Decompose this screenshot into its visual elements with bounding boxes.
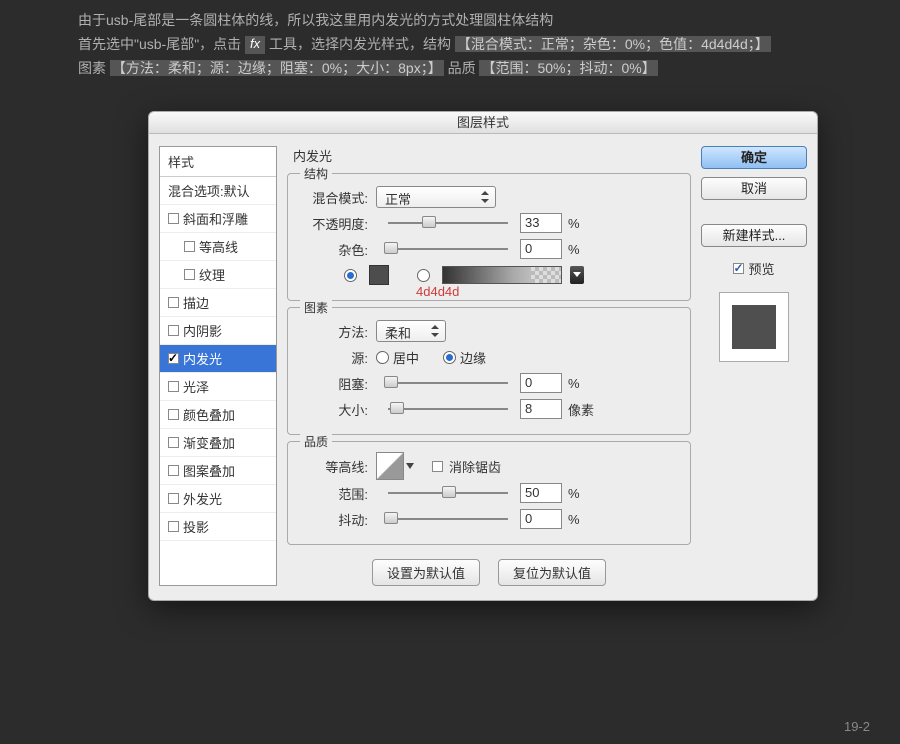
style-grad-overlay[interactable]: 渐变叠加 (160, 429, 276, 457)
choke-slider[interactable] (388, 377, 508, 389)
style-inner-glow[interactable]: 内发光 (160, 345, 276, 373)
style-inner-shadow[interactable]: 内阴影 (160, 317, 276, 345)
cancel-button[interactable]: 取消 (701, 177, 807, 200)
set-default-button[interactable]: 设置为默认值 (372, 559, 480, 586)
preview-swatch (732, 305, 776, 349)
range-field[interactable]: 50 (520, 483, 562, 503)
ok-button[interactable]: 确定 (701, 146, 807, 169)
chevron-down-icon[interactable] (406, 463, 414, 469)
noise-slider[interactable] (388, 243, 508, 255)
contour-picker[interactable] (376, 452, 404, 480)
intro-line2: 首先选中"usb-尾部"，点击 fx 工具，选择内发光样式，结构 【混合模式：正… (78, 32, 822, 56)
group-quality: 品质 等高线: 消除锯齿 范围: 50 % 抖动: (287, 441, 691, 545)
intro-line3: 图素 【方法：柔和；源：边缘；阻塞：0%；大小：8px；】 品质 【范围：50%… (78, 56, 822, 80)
group-element: 图素 方法: 柔和 源: 居中 边缘 阻塞: 0 % (287, 307, 691, 435)
opacity-field[interactable]: 33 (520, 213, 562, 233)
preview-label: 预览 (748, 259, 774, 278)
panel-title: 内发光 (287, 146, 691, 167)
color-swatch[interactable] (369, 265, 389, 285)
checkbox-icon[interactable] (168, 437, 179, 448)
dialog-title: 图层样式 (149, 112, 817, 134)
source-center-radio[interactable] (376, 351, 389, 364)
checkbox-icon[interactable] (168, 409, 179, 420)
styles-list: 样式 混合选项:默认 斜面和浮雕 等高线 纹理 描边 内阴影 内发光 光泽 颜色… (159, 146, 277, 586)
jitter-field[interactable]: 0 (520, 509, 562, 529)
color-note: 4d4d4d (416, 284, 459, 299)
color-radio[interactable] (344, 269, 357, 282)
intro-text: 由于usb-尾部是一条圆柱体的线，所以我这里用内发光的方式处理圆柱体结构 首先选… (0, 0, 900, 80)
style-stroke[interactable]: 描边 (160, 289, 276, 317)
fx-icon: fx (245, 36, 265, 54)
styles-header[interactable]: 样式 (160, 147, 276, 177)
blend-mode-select[interactable]: 正常 (376, 186, 496, 208)
group-structure: 结构 混合模式: 正常 不透明度: 33 % 杂色: 0 % (287, 173, 691, 301)
style-pattern-overlay[interactable]: 图案叠加 (160, 457, 276, 485)
source-edge-radio[interactable] (443, 351, 456, 364)
gradient-picker[interactable] (442, 266, 562, 284)
checkbox-icon[interactable] (184, 241, 195, 252)
checkbox-icon[interactable] (168, 493, 179, 504)
checkbox-icon[interactable] (168, 353, 179, 364)
checkbox-icon[interactable] (168, 297, 179, 308)
style-texture[interactable]: 纹理 (160, 261, 276, 289)
noise-field[interactable]: 0 (520, 239, 562, 259)
method-select[interactable]: 柔和 (376, 320, 446, 342)
intro-line1: 由于usb-尾部是一条圆柱体的线，所以我这里用内发光的方式处理圆柱体结构 (78, 8, 822, 32)
style-satin[interactable]: 光泽 (160, 373, 276, 401)
checkbox-icon[interactable] (168, 381, 179, 392)
size-slider[interactable] (388, 403, 508, 415)
style-bevel[interactable]: 斜面和浮雕 (160, 205, 276, 233)
gradient-menu-icon[interactable] (570, 266, 584, 284)
reset-default-button[interactable]: 复位为默认值 (498, 559, 606, 586)
checkbox-icon[interactable] (168, 465, 179, 476)
gradient-radio[interactable] (417, 269, 430, 282)
checkbox-icon[interactable] (168, 521, 179, 532)
style-outer-glow[interactable]: 外发光 (160, 485, 276, 513)
style-drop-shadow[interactable]: 投影 (160, 513, 276, 541)
range-slider[interactable] (388, 487, 508, 499)
blend-default[interactable]: 混合选项:默认 (160, 177, 276, 205)
style-color-overlay[interactable]: 颜色叠加 (160, 401, 276, 429)
size-field[interactable]: 8 (520, 399, 562, 419)
choke-field[interactable]: 0 (520, 373, 562, 393)
checkbox-icon[interactable] (168, 325, 179, 336)
layer-style-dialog: 图层样式 样式 混合选项:默认 斜面和浮雕 等高线 纹理 描边 内阴影 内发光 … (148, 111, 818, 601)
antialias-checkbox[interactable] (432, 461, 443, 472)
opacity-slider[interactable] (388, 217, 508, 229)
checkbox-icon[interactable] (168, 213, 179, 224)
jitter-slider[interactable] (388, 513, 508, 525)
page-number: 19-2 (844, 719, 870, 734)
preview-checkbox[interactable] (733, 263, 744, 274)
preview-box (719, 292, 789, 362)
new-style-button[interactable]: 新建样式... (701, 224, 807, 247)
checkbox-icon[interactable] (184, 269, 195, 280)
style-contour[interactable]: 等高线 (160, 233, 276, 261)
